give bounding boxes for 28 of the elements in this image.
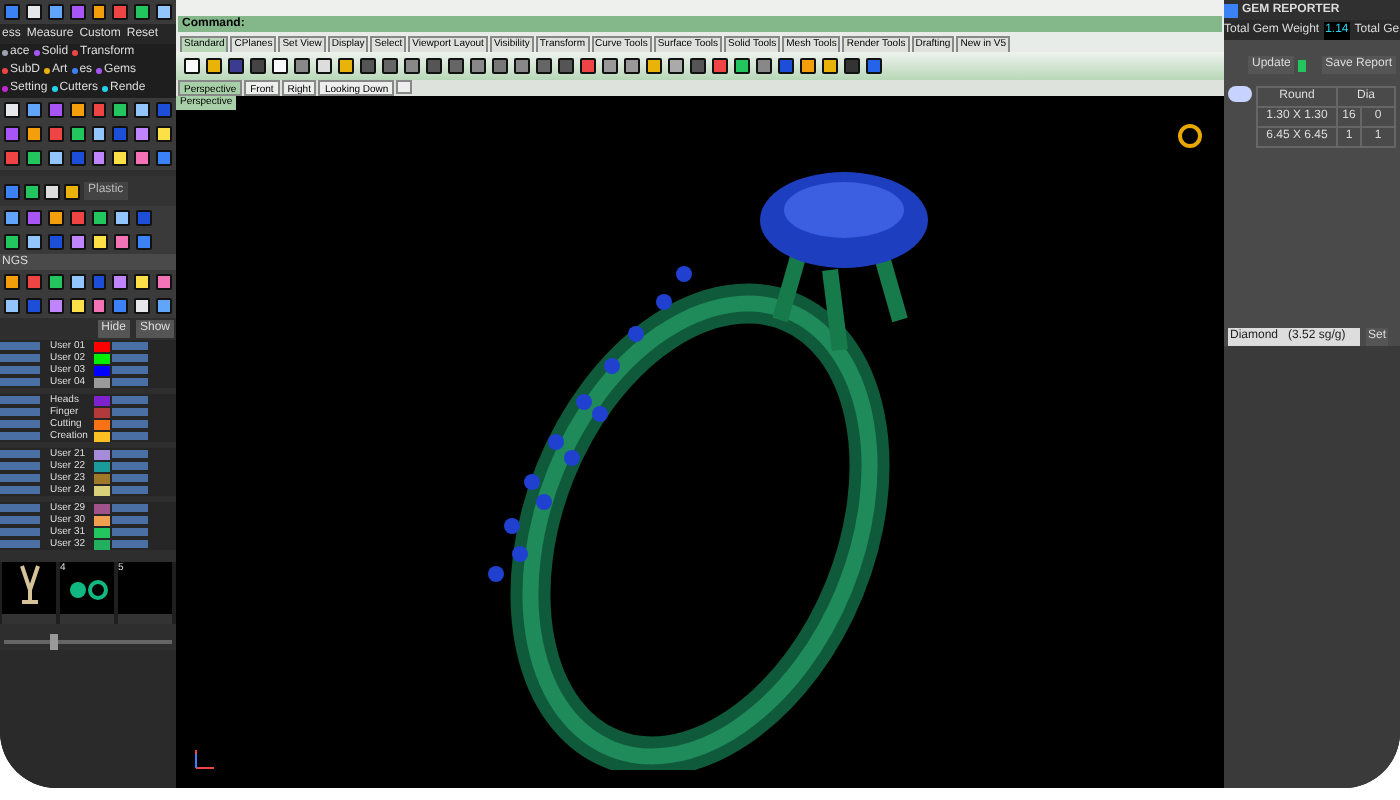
gem-shape-icon	[1228, 86, 1252, 102]
ring-icon	[65, 577, 109, 601]
layer-swatch[interactable]	[94, 473, 110, 483]
layer-swatch[interactable]	[94, 419, 110, 429]
layer-swatch[interactable]	[94, 377, 110, 387]
layer-swatch[interactable]	[94, 341, 110, 351]
layer-swatch[interactable]	[94, 449, 110, 459]
layer-swatch[interactable]	[94, 485, 110, 495]
layer-swatch[interactable]	[94, 527, 110, 537]
ring-stand-icon	[17, 562, 41, 606]
layer-swatch[interactable]	[94, 407, 110, 417]
slider-thumb[interactable]	[50, 634, 59, 650]
layer-swatch[interactable]	[94, 365, 110, 375]
ring-icon	[1176, 120, 1204, 148]
thumbnail-toolbar[interactable]	[60, 614, 114, 624]
layer-swatch[interactable]	[94, 539, 110, 549]
axis-icon	[192, 748, 216, 772]
thumbnail-toolbar[interactable]	[2, 614, 56, 624]
layer-swatch[interactable]	[94, 515, 110, 525]
layer-swatch[interactable]	[94, 395, 110, 405]
thumbnail[interactable]	[2, 562, 56, 614]
layer-swatch[interactable]	[94, 431, 110, 441]
thumbnail-toolbar[interactable]	[118, 614, 172, 624]
add-tab-icon[interactable]	[396, 80, 413, 94]
layer-swatch[interactable]	[94, 461, 110, 471]
layer-swatch[interactable]	[94, 353, 110, 363]
update-icon[interactable]	[1298, 59, 1306, 71]
layer-swatch[interactable]	[94, 503, 110, 513]
